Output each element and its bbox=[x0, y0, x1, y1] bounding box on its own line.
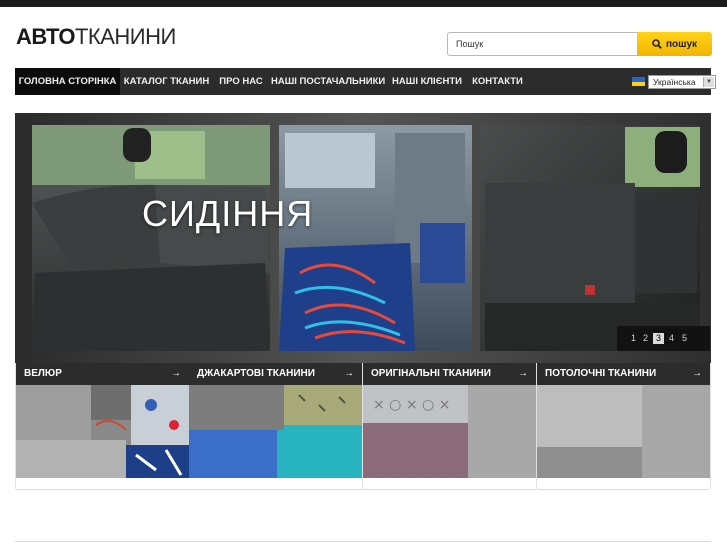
slider-page-3[interactable]: 3 bbox=[653, 333, 664, 344]
slide-caption: СИДІННЯ bbox=[142, 193, 314, 234]
slider-page-4[interactable]: 4 bbox=[666, 333, 677, 344]
slider-image bbox=[32, 125, 700, 351]
category-image bbox=[16, 385, 189, 478]
nav-item-about[interactable]: ПРО НАС bbox=[214, 68, 268, 95]
top-bar bbox=[0, 0, 727, 7]
arrow-right-icon: → bbox=[344, 368, 354, 379]
nav-item-home[interactable]: ГОЛОВНА СТОРІНКА bbox=[15, 68, 120, 95]
category-grid: ВЕЛЮР → ДЖАКАРТОВІ ТКАНИНИ → ОРИГІНАЛЬНІ… bbox=[15, 363, 711, 490]
category-title: ДЖАКАРТОВІ ТКАНИНИ bbox=[197, 368, 315, 379]
search-icon bbox=[652, 39, 662, 49]
search-input[interactable] bbox=[447, 32, 647, 56]
category-footer bbox=[537, 478, 710, 490]
language-select[interactable]: Українська ▼ bbox=[648, 75, 716, 89]
category-footer bbox=[189, 478, 362, 490]
category-image bbox=[189, 385, 362, 478]
category-image bbox=[537, 385, 710, 478]
category-footer bbox=[16, 478, 189, 490]
category-velour[interactable]: ВЕЛЮР → bbox=[15, 363, 190, 490]
language-switcher[interactable]: Українська ▼ bbox=[632, 75, 716, 89]
hero-slider[interactable]: СИДІННЯ 1 2 3 4 5 bbox=[15, 113, 711, 363]
nav-item-suppliers[interactable]: НАШІ ПОСТАЧАЛЬНИКИ bbox=[271, 68, 385, 95]
category-header[interactable]: ВЕЛЮР → bbox=[16, 363, 189, 385]
slider-page-2[interactable]: 2 bbox=[640, 333, 651, 344]
language-label: Українська bbox=[653, 77, 696, 87]
slider-pager: 1 2 3 4 5 bbox=[617, 326, 710, 351]
category-title: ВЕЛЮР bbox=[24, 368, 62, 379]
svg-text:× ○ × ○ ×: × ○ × ○ × bbox=[373, 397, 450, 413]
category-title: ОРИГІНАЛЬНІ ТКАНИНИ bbox=[371, 368, 491, 379]
category-title: ПОТОЛОЧНІ ТКАНИНИ bbox=[545, 368, 657, 379]
category-header[interactable]: ОРИГІНАЛЬНІ ТКАНИНИ → bbox=[363, 363, 536, 385]
logo-light-text: ТКАНИНИ bbox=[74, 24, 176, 49]
slider-page-1[interactable]: 1 bbox=[628, 333, 639, 344]
slider-page-5[interactable]: 5 bbox=[679, 333, 690, 344]
category-original[interactable]: ОРИГІНАЛЬНІ ТКАНИНИ → × ○ × ○ × bbox=[363, 363, 537, 490]
nav-item-clients[interactable]: НАШІ КЛІЄНТИ bbox=[389, 68, 465, 95]
search-form: пошук bbox=[447, 32, 712, 56]
nav-item-catalog[interactable]: КАТАЛОГ ТКАНИН bbox=[121, 68, 212, 95]
ukraine-flag-icon bbox=[632, 77, 645, 86]
category-jacquard[interactable]: ДЖАКАРТОВІ ТКАНИНИ → bbox=[189, 363, 363, 490]
main-nav: ГОЛОВНА СТОРІНКА КАТАЛОГ ТКАНИН ПРО НАС … bbox=[15, 68, 716, 95]
footer-divider bbox=[15, 541, 711, 542]
category-header[interactable]: ПОТОЛОЧНІ ТКАНИНИ → bbox=[537, 363, 710, 385]
category-footer bbox=[363, 478, 536, 490]
site-logo[interactable]: АВТОТКАНИНИ bbox=[16, 24, 176, 50]
logo-bold-text: АВТО bbox=[16, 24, 75, 49]
category-header[interactable]: ДЖАКАРТОВІ ТКАНИНИ → bbox=[189, 363, 362, 385]
category-image: × ○ × ○ × bbox=[363, 385, 536, 478]
arrow-right-icon: → bbox=[518, 368, 528, 379]
category-headliner[interactable]: ПОТОЛОЧНІ ТКАНИНИ → bbox=[537, 363, 711, 490]
chevron-down-icon: ▼ bbox=[703, 77, 714, 87]
arrow-right-icon: → bbox=[171, 368, 181, 379]
arrow-right-icon: → bbox=[692, 368, 702, 379]
search-button-label: пошук bbox=[665, 38, 698, 50]
nav-item-contacts[interactable]: КОНТАКТИ bbox=[470, 68, 525, 95]
search-button[interactable]: пошук bbox=[637, 32, 712, 56]
